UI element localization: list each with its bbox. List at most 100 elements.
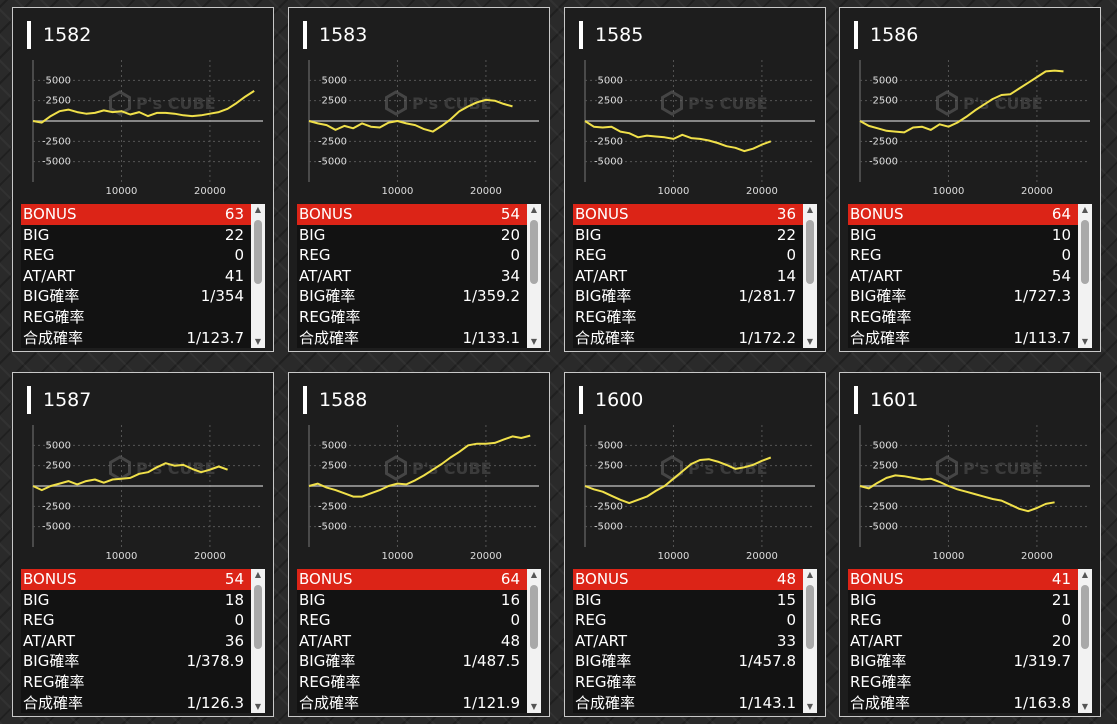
scroll-up-arrow-icon[interactable]: ▲ (527, 569, 541, 581)
scroll-thumb[interactable] (530, 585, 538, 649)
stats-list[interactable]: BONUS 64 BIG 16 REG 0 AT/ART 48 BIG確率 1/487.5 REG確… (297, 569, 541, 713)
stat-label: 合成確率 (575, 693, 636, 712)
stat-label: REG (850, 611, 882, 630)
machine-title: 1585 (579, 18, 643, 52)
stat-value: 41 (224, 266, 244, 285)
stat-value: 0 (510, 611, 520, 630)
scroll-up-arrow-icon[interactable]: ▲ (251, 204, 265, 216)
stat-row-big: BIG 10 (848, 225, 1081, 246)
y-tick-label: -2500 (594, 501, 623, 512)
stats-list[interactable]: BONUS 64 BIG 10 REG 0 AT/ART 54 BIG確率 1/727.3 REG確… (848, 204, 1092, 348)
scrollbar[interactable]: ▲ ▼ (527, 569, 541, 713)
y-tick-label: -2500 (869, 136, 898, 147)
y-tick-label: -5000 (869, 522, 898, 533)
scrollbar[interactable]: ▲ ▼ (803, 569, 817, 713)
machine-title: 1582 (27, 18, 91, 52)
stat-row-at-art: AT/ART 33 (573, 631, 806, 652)
scroll-down-arrow-icon[interactable]: ▼ (803, 336, 817, 348)
stat-value: 22 (224, 225, 244, 244)
scroll-down-arrow-icon[interactable]: ▼ (251, 336, 265, 348)
stats-list[interactable]: BONUS 48 BIG 15 REG 0 AT/ART 33 BIG確率 1/457.8 REG確… (573, 569, 817, 713)
scroll-up-arrow-icon[interactable]: ▲ (527, 204, 541, 216)
scroll-up-arrow-icon[interactable]: ▲ (1078, 569, 1092, 581)
stat-row-reg: REG 0 (297, 245, 530, 266)
scroll-thumb[interactable] (806, 585, 814, 649)
stat-value: 1/143.1 (738, 693, 796, 712)
stat-row-bonus: BONUS 41 (848, 569, 1081, 590)
stat-row-total-rate: 合成確率 1/133.1 (297, 328, 530, 349)
y-tick-label: -2500 (318, 136, 347, 147)
slump-chart: 10000 20000 5000 2500 -2500 -5000 P's CUBE (308, 425, 539, 562)
svg-text:P's CUBE: P's CUBE (136, 94, 216, 113)
stats-list[interactable]: BONUS 54 BIG 18 REG 0 AT/ART 36 BIG確率 1/378.9 REG確… (21, 569, 265, 713)
stat-value: 1/457.8 (738, 652, 796, 671)
scroll-down-arrow-icon[interactable]: ▼ (803, 701, 817, 713)
machine-card[interactable]: 1586 10000 20000 5000 2500 -2500 -5000 P's CUBE… (839, 7, 1101, 352)
machine-card[interactable]: 1585 10000 20000 5000 2500 -2500 -5000 P's CUBE… (564, 7, 826, 352)
stats-list[interactable]: BONUS 54 BIG 20 REG 0 AT/ART 34 BIG確率 1/359.2 REG確… (297, 204, 541, 348)
machine-card[interactable]: 1587 10000 20000 5000 2500 -2500 -5000 P's CUBE… (12, 372, 274, 717)
scrollbar[interactable]: ▲ ▼ (803, 204, 817, 348)
scroll-up-arrow-icon[interactable]: ▲ (251, 569, 265, 581)
stat-row-at-art: AT/ART 41 (21, 266, 254, 287)
stat-label: AT/ART (299, 631, 352, 650)
y-tick-label: 5000 (873, 440, 898, 451)
stats-list[interactable]: BONUS 36 BIG 22 REG 0 AT/ART 14 BIG確率 1/281.7 REG確… (573, 204, 817, 348)
scroll-down-arrow-icon[interactable]: ▼ (251, 701, 265, 713)
stat-label: REG確率 (575, 307, 637, 326)
scrollbar[interactable]: ▲ ▼ (1078, 204, 1092, 348)
y-tick-label: -5000 (594, 157, 623, 168)
scroll-thumb[interactable] (530, 220, 538, 284)
scroll-down-arrow-icon[interactable]: ▼ (1078, 336, 1092, 348)
scroll-up-arrow-icon[interactable]: ▲ (803, 204, 817, 216)
stat-label: BONUS (575, 205, 629, 223)
stat-row-big: BIG 21 (848, 590, 1081, 611)
machine-card[interactable]: 1583 10000 20000 5000 2500 -2500 -5000 P's CUBE… (288, 7, 550, 352)
stat-label: BIG確率 (575, 652, 632, 671)
scrollbar[interactable]: ▲ ▼ (527, 204, 541, 348)
x-tick-label: 20000 (470, 186, 502, 197)
stat-label: BIG確率 (299, 652, 356, 671)
machine-card[interactable]: 1588 10000 20000 5000 2500 -2500 -5000 P's CUBE… (288, 372, 550, 717)
stat-row-reg-rate: REG確率 (297, 307, 530, 328)
scroll-thumb[interactable] (806, 220, 814, 284)
stat-value: 10 (1051, 225, 1071, 244)
svg-text:P's CUBE: P's CUBE (688, 94, 768, 113)
scrollbar[interactable]: ▲ ▼ (251, 569, 265, 713)
stat-label: 合成確率 (850, 328, 911, 347)
y-tick-label: 2500 (873, 96, 898, 107)
stat-value: 1/133.1 (462, 328, 520, 347)
scroll-up-arrow-icon[interactable]: ▲ (803, 569, 817, 581)
machine-card[interactable]: 1601 10000 20000 5000 2500 -2500 -5000 P's CUBE… (839, 372, 1101, 717)
scroll-down-arrow-icon[interactable]: ▼ (527, 336, 541, 348)
machine-card[interactable]: 1582 10000 20000 5000 2500 -2500 -5000 P's CUBE… (12, 7, 274, 352)
stat-row-reg-rate: REG確率 (21, 672, 254, 693)
pscube-watermark-logo: P's CUBE (109, 455, 216, 481)
stat-value: 63 (224, 205, 244, 223)
scroll-thumb[interactable] (1081, 220, 1089, 284)
scrollbar[interactable]: ▲ ▼ (1078, 569, 1092, 713)
scroll-thumb[interactable] (254, 220, 262, 284)
stats-list[interactable]: BONUS 63 BIG 22 REG 0 AT/ART 41 BIG確率 1/354 REG確率合… (21, 204, 265, 348)
title-accent-bar (579, 21, 583, 49)
stat-row-big-rate: BIG確率 1/281.7 (573, 286, 806, 307)
scroll-down-arrow-icon[interactable]: ▼ (527, 701, 541, 713)
scroll-up-arrow-icon[interactable]: ▲ (1078, 204, 1092, 216)
x-tick-label: 20000 (746, 551, 778, 562)
scroll-down-arrow-icon[interactable]: ▼ (1078, 701, 1092, 713)
stats-list[interactable]: BONUS 41 BIG 21 REG 0 AT/ART 20 BIG確率 1/319.7 REG確… (848, 569, 1092, 713)
y-tick-label: 2500 (598, 96, 623, 107)
machine-card[interactable]: 1600 10000 20000 5000 2500 -2500 -5000 P's CUBE… (564, 372, 826, 717)
title-accent-bar (854, 21, 858, 49)
stat-row-at-art: AT/ART 36 (21, 631, 254, 652)
scroll-thumb[interactable] (254, 585, 262, 649)
scrollbar[interactable]: ▲ ▼ (251, 204, 265, 348)
x-tick-label: 10000 (106, 186, 138, 197)
scroll-thumb[interactable] (1081, 585, 1089, 649)
machine-number: 1587 (43, 389, 92, 411)
stat-row-big-rate: BIG確率 1/354 (21, 286, 254, 307)
stat-label: AT/ART (575, 266, 628, 285)
machine-title: 1586 (854, 18, 918, 52)
x-tick-label: 20000 (1021, 186, 1053, 197)
x-tick-label: 20000 (470, 551, 502, 562)
